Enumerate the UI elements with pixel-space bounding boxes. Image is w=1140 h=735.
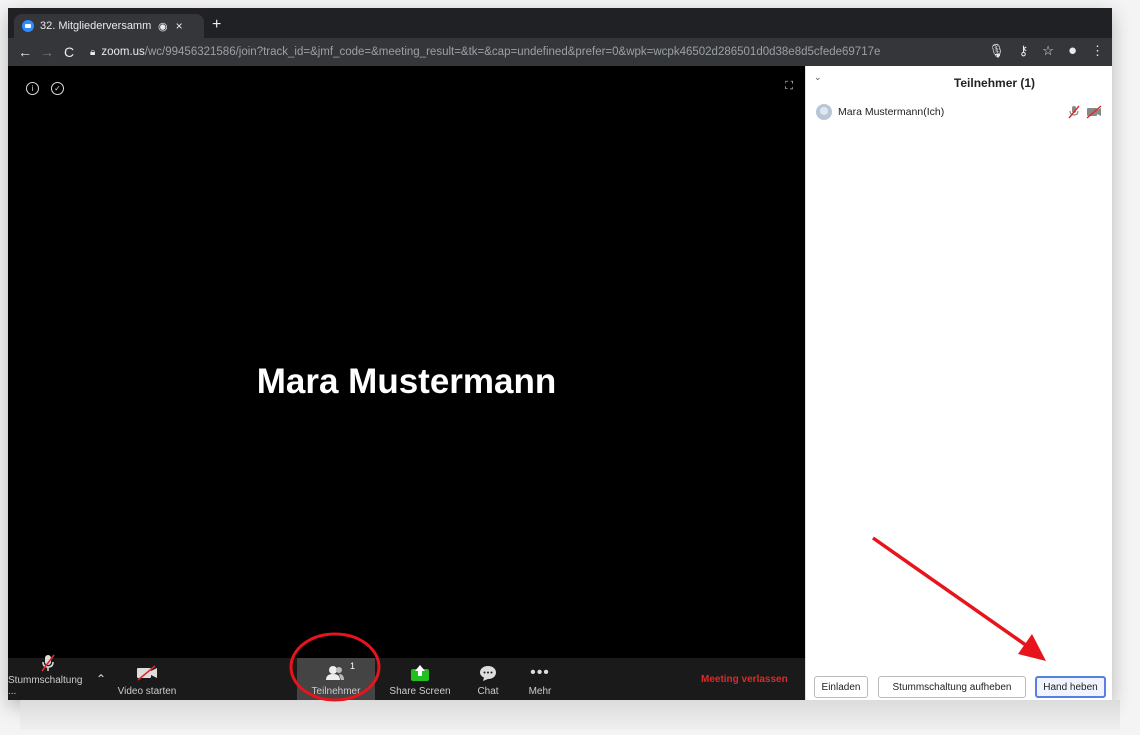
bookmark-star-icon[interactable]: ☆ [1042,43,1054,59]
panel-header: ⌄ Teilnehmer (1) [806,66,1112,94]
participants-count: 1 [349,661,355,671]
participant-display-name: Mara Mustermann [256,362,557,401]
forward-icon[interactable]: → [36,44,58,60]
video-off-icon [136,663,158,683]
more-label: Mehr [528,686,552,697]
participants-icon: 1 [325,661,355,683]
tab-close-icon[interactable]: × [176,19,183,33]
video-area: i ✓ ⛶ Mara Mustermann [8,66,805,658]
video-label: Video starten [117,686,177,697]
browser-window: 32. Mitgliederversammlung ◉ × + ← → C 🔒︎… [8,8,1112,700]
window-shadow [20,700,1120,730]
menu-icon[interactable]: ⋮ [1091,43,1104,59]
url-host: zoom.us [101,46,145,58]
avatar [816,104,832,120]
participants-label: Teilnehmer [311,686,361,697]
share-screen-icon [410,663,430,683]
profile-icon[interactable]: ● [1068,42,1077,59]
page-content: i ✓ ⛶ Mara Mustermann Stummschaltung ...… [8,66,1112,700]
url-path: /wc/99456321586/join?track_id=&jmf_code=… [144,46,881,58]
tab-title: 32. Mitgliederversammlung [40,20,152,32]
key-icon[interactable]: ⚷ [1019,43,1029,59]
invite-button[interactable]: Einladen [814,676,868,698]
audio-options-chevron-icon[interactable]: ⌃ [96,672,106,686]
more-dots-icon: ••• [530,664,550,681]
address-bar[interactable]: 🔒︎ zoom.us/wc/99456321586/join?track_id=… [90,41,970,63]
meeting-control-bar: Stummschaltung ... ⌃ Video starten 1 Tei… [8,654,805,700]
security-shield-icon[interactable]: ✓ [51,82,64,95]
participants-button[interactable]: 1 Teilnehmer [297,658,375,700]
reload-icon[interactable]: C [58,44,80,60]
chat-button[interactable]: Chat [466,658,510,700]
chat-bubble-icon [479,663,497,683]
share-screen-button[interactable]: Share Screen [386,658,454,700]
participant-name: Mara Mustermann(Ich) [838,106,945,118]
mute-label: Stummschaltung ... [8,675,83,697]
info-icon[interactable]: i [26,82,39,95]
raise-hand-button[interactable]: Hand heben [1035,676,1106,698]
participant-row[interactable]: Mara Mustermann(Ich) [816,102,1102,122]
new-tab-button[interactable]: + [212,16,221,34]
recording-indicator-icon: ◉ [158,20,168,33]
unmute-all-button[interactable]: Stummschaltung aufheben [878,676,1026,698]
participants-panel: ⌄ Teilnehmer (1) Mara Mustermann(Ich) Ei… [805,66,1112,700]
browser-tab[interactable]: 32. Mitgliederversammlung ◉ × [14,14,204,38]
tab-bar: 32. Mitgliederversammlung ◉ × + [8,8,1112,38]
video-off-icon [1086,105,1102,119]
chat-label: Chat [477,686,499,697]
microphone-icon[interactable]: 🎙︎ [988,43,1005,59]
mute-button[interactable]: Stummschaltung ... [8,654,88,700]
zoom-favicon-icon [22,20,34,32]
leave-meeting-button[interactable]: Meeting verlassen [701,674,788,685]
muted-microphone-icon [1068,105,1080,119]
panel-title: Teilnehmer (1) [953,76,1036,90]
back-icon[interactable]: ← [14,44,36,60]
lock-icon: 🔒︎ [90,46,96,58]
start-video-button[interactable]: Video starten [112,658,182,700]
share-screen-label: Share Screen [389,686,451,697]
more-button[interactable]: ••• Mehr [518,658,562,700]
browser-toolbar: ← → C 🔒︎ zoom.us/wc/99456321586/join?tra… [8,38,1112,66]
muted-microphone-icon [40,654,56,672]
fullscreen-icon[interactable]: ⛶ [785,80,793,93]
